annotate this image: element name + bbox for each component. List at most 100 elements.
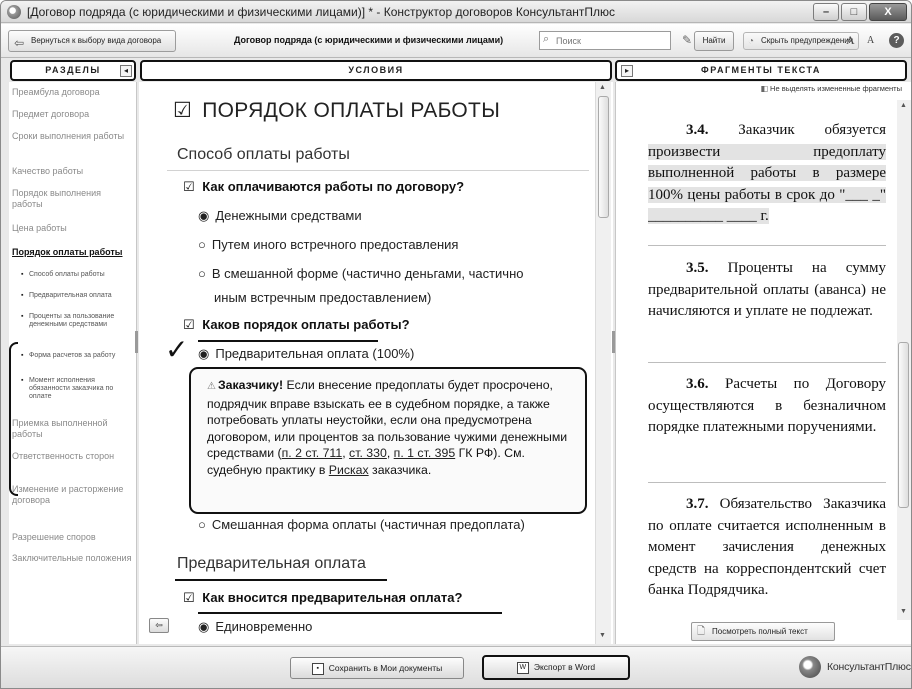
- word-icon: W: [516, 661, 529, 674]
- sidebar-item-liability[interactable]: Ответственность сторон: [12, 451, 132, 462]
- sections-header: РАЗДЕЛЫ ◂: [10, 60, 136, 81]
- sidebar-subitem-settlement-form[interactable]: Форма расчетов за работу: [21, 352, 133, 360]
- close-button[interactable]: X: [869, 3, 907, 21]
- hide-warnings-button[interactable]: ◔ Скрыть предупреждения: [743, 32, 860, 50]
- sidebar-item-quality[interactable]: Качество работы: [12, 166, 132, 177]
- sections-sidebar: Преамбула договора Предмет договора Срок…: [9, 82, 137, 644]
- view-full-text-button[interactable]: 🗋 Посмотреть полный текст: [691, 622, 835, 641]
- sidebar-item-payment-procedure[interactable]: Порядок оплаты работы: [12, 247, 132, 258]
- question-checkbox-icon[interactable]: ☑: [183, 590, 195, 605]
- question-underline: [198, 612, 502, 614]
- consultantplus-logo: [799, 656, 821, 678]
- option-prepayment[interactable]: ◉ Предварительная оплата (100%): [198, 346, 414, 362]
- find-button[interactable]: Найти: [694, 31, 734, 51]
- option-money[interactable]: ◉ Денежными средствами: [198, 208, 362, 224]
- radio-selected-icon[interactable]: ◉: [198, 208, 209, 223]
- left-splitter-handle[interactable]: [135, 331, 138, 353]
- option-label: Смешанная форма оплаты (частичная предоп…: [211, 517, 525, 532]
- option-mixed[interactable]: ○ В смешанной форме (частично деньгами, ч…: [198, 266, 524, 281]
- pen-icon[interactable]: ✎: [682, 33, 692, 47]
- view-full-text-label: Посмотреть полный текст: [712, 627, 808, 636]
- terms-panel: ☑ ПОРЯДОК ОПЛАТЫ РАБОТЫ Способ оплаты ра…: [139, 82, 613, 644]
- question-checkbox-icon[interactable]: ☑: [183, 317, 195, 332]
- save-button-label: Сохранить в Мои документы: [328, 663, 443, 673]
- terms-header: УСЛОВИЯ: [140, 60, 612, 81]
- sidebar-item-preamble[interactable]: Преамбула договора: [12, 87, 132, 98]
- law-link-330[interactable]: ст. 330: [349, 446, 387, 460]
- radio-unselected-icon[interactable]: ○: [198, 237, 206, 252]
- sidebar-item-deadlines[interactable]: Сроки выполнения работы: [12, 131, 132, 142]
- sidebar-item-disputes[interactable]: Разрешение споров: [12, 532, 132, 543]
- fragment-number: 3.6.: [686, 376, 709, 392]
- maximize-button[interactable]: □: [841, 3, 867, 21]
- sidebar-subitem-interest[interactable]: Проценты за пользование денежными средст…: [21, 313, 133, 329]
- warning-body: заказчика.: [368, 462, 432, 477]
- fragments-scrollbar[interactable]: ▲ ▼: [897, 100, 911, 620]
- option-lump-sum[interactable]: ◉ Единовременно: [198, 619, 312, 635]
- option-mixed-prepayment[interactable]: ○ Смешанная форма оплаты (частичная предо…: [198, 517, 525, 532]
- scroll-down-icon[interactable]: ▼: [599, 632, 606, 639]
- increase-font-button[interactable]: A: [846, 33, 855, 48]
- brand-name: КонсультантПлюс: [827, 661, 911, 673]
- search-icon: ⌕: [543, 33, 550, 45]
- scroll-down-icon[interactable]: ▼: [900, 608, 907, 615]
- sidebar-item-acceptance[interactable]: Приемка выполненной работы: [12, 418, 132, 440]
- save-to-my-documents-button[interactable]: ▪ Сохранить в Мои документы: [290, 657, 464, 679]
- back-arrow-button[interactable]: ⇦: [149, 618, 169, 633]
- sidebar-subitem-payment-method[interactable]: Способ оплаты работы: [21, 271, 133, 279]
- collapse-sections-button[interactable]: ◂: [120, 65, 132, 77]
- app-window: [Договор подряда (с юридическими и физич…: [0, 0, 912, 689]
- scroll-up-icon[interactable]: ▲: [599, 84, 606, 91]
- dont-highlight-changes-toggle[interactable]: ◧ Не выделять измененные фрагменты: [616, 84, 908, 98]
- fragment-3-5: 3.5. Проценты на сумму предварительной о…: [648, 258, 886, 323]
- decrease-font-button[interactable]: A: [867, 35, 874, 46]
- question-checkbox-icon[interactable]: ☑: [183, 179, 195, 194]
- law-link-711[interactable]: п. 2 ст. 711: [282, 446, 343, 460]
- sidebar-item-price[interactable]: Цена работы: [12, 223, 132, 234]
- radio-unselected-icon[interactable]: ○: [198, 517, 206, 532]
- title-bar: [Договор подряда (с юридическими и физич…: [1, 1, 911, 23]
- sidebar-item-amendment[interactable]: Изменение и расторжение договора: [12, 484, 132, 506]
- fragments-panel: ◧ Не выделять измененные фрагменты 3.4. З…: [615, 82, 911, 644]
- warning-separator: ,: [386, 446, 394, 461]
- fragment-3-6: 3.6. Расчеты по Договору осуществляются …: [648, 374, 886, 439]
- question-text: Каков порядок оплаты работы?: [202, 317, 410, 332]
- terms-header-label: УСЛОВИЯ: [348, 65, 404, 75]
- heading-checkbox-icon[interactable]: ☑: [173, 99, 192, 122]
- search-input[interactable]: [556, 33, 668, 48]
- fragment-text: Обязательство Заказчика по оплате считае…: [648, 496, 886, 598]
- fragment-divider: [648, 482, 886, 483]
- expand-fragments-button[interactable]: ▸: [621, 65, 633, 77]
- option-label: Предварительная оплата (100%): [215, 346, 415, 361]
- back-arrow-icon: ⇦: [14, 36, 25, 50]
- warning-icon: ⚠: [207, 381, 216, 392]
- scrollbar-thumb[interactable]: [898, 342, 909, 508]
- sidebar-item-work-procedure[interactable]: Порядок выполнения работы: [12, 188, 132, 210]
- risks-link[interactable]: Рисках: [329, 463, 369, 477]
- fragment-divider: [648, 362, 886, 363]
- export-to-word-button[interactable]: W Экспорт в Word: [482, 655, 630, 680]
- sidebar-item-subject[interactable]: Предмет договора: [12, 109, 132, 120]
- fragment-number: 3.4.: [686, 122, 709, 138]
- customer-warning-box: ⚠ Заказчику! Если внесение предоплаты буд…: [189, 367, 587, 514]
- option-counter-provision[interactable]: ○ Путем иного встречного предоставления: [198, 237, 458, 252]
- question-payment-way: ☑ Как оплачиваются работы по договору?: [183, 179, 464, 195]
- radio-selected-icon[interactable]: ◉: [198, 346, 209, 361]
- fragments-header-label: ФРАГМЕНТЫ ТЕКСТА: [701, 65, 821, 75]
- law-link-395[interactable]: п. 1 ст. 395: [394, 446, 456, 460]
- search-box[interactable]: ⌕: [539, 31, 671, 50]
- scrollbar-thumb[interactable]: [598, 96, 609, 218]
- help-icon[interactable]: ?: [889, 33, 904, 48]
- sidebar-item-final-provisions[interactable]: Заключительные положения: [12, 553, 132, 564]
- radio-unselected-icon[interactable]: ○: [198, 266, 206, 281]
- radio-selected-icon[interactable]: ◉: [198, 619, 209, 634]
- minimize-button[interactable]: –: [813, 3, 839, 21]
- terms-scrollbar[interactable]: ▲ ▼: [595, 82, 611, 644]
- fragment-number: 3.7.: [686, 496, 709, 512]
- sidebar-subitem-prepayment[interactable]: Предварительная оплата: [21, 292, 133, 300]
- question-payment-procedure: ☑ Каков порядок оплаты работы?: [183, 317, 410, 333]
- scroll-up-icon[interactable]: ▲: [900, 102, 907, 109]
- sidebar-subitem-payment-moment[interactable]: Момент исполнения обязанности заказчика …: [21, 377, 133, 401]
- fragments-header: ▸ ФРАГМЕНТЫ ТЕКСТА: [615, 60, 907, 81]
- back-to-contract-types-button[interactable]: ⇦ Вернуться к выбору вида договора: [8, 30, 176, 52]
